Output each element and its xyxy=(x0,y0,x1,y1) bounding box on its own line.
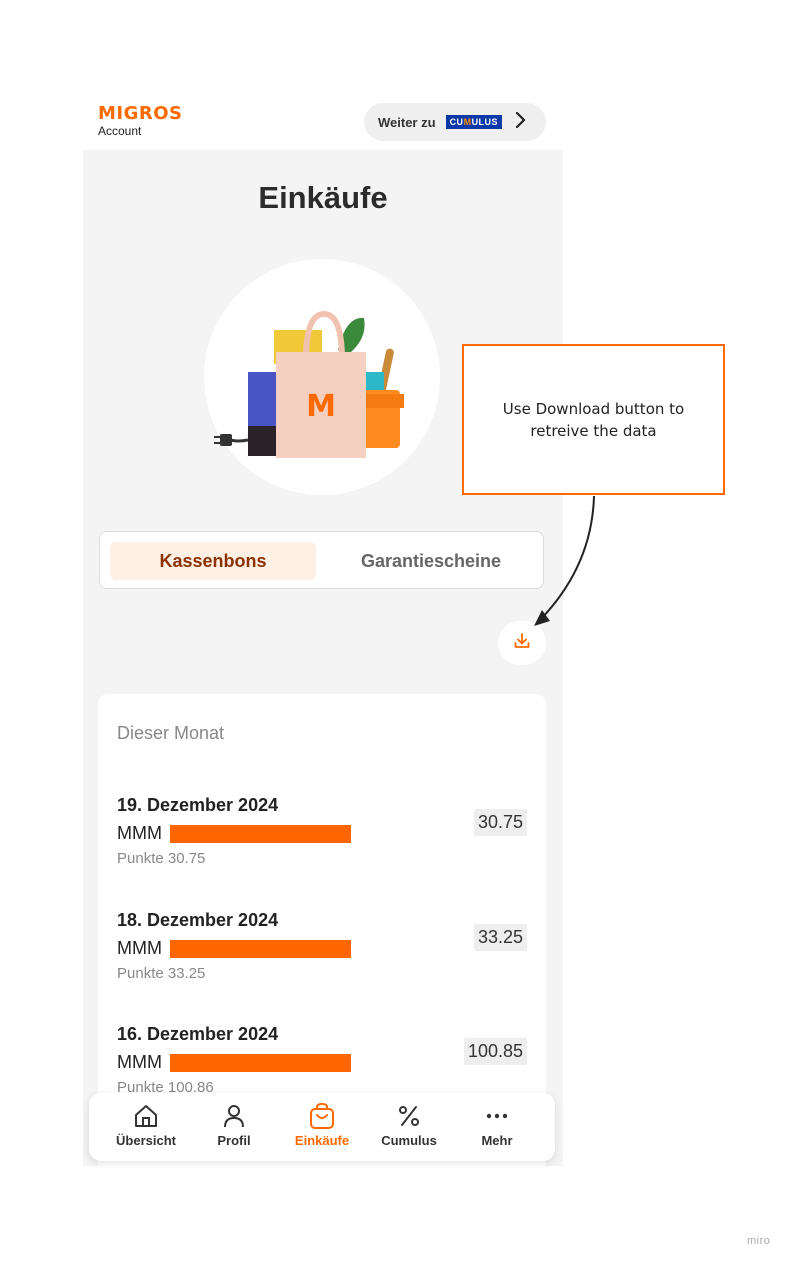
receipt-store: MMM xyxy=(117,938,162,958)
redaction-bar xyxy=(170,1054,351,1072)
receipt-points: Punkte 30.75 xyxy=(117,850,206,867)
download-icon xyxy=(513,632,531,655)
weiter-zu-cumulus-button[interactable]: Weiter zu CUMULUS xyxy=(364,103,546,141)
receipt-type-segmented-control: Kassenbons Garantiescheine xyxy=(99,531,544,589)
shopping-illustration: M xyxy=(214,310,404,458)
tab-garantiescheine[interactable]: Garantiescheine xyxy=(328,542,534,580)
nav-label: Mehr xyxy=(481,1133,513,1148)
chevron-right-icon xyxy=(514,111,526,134)
nav-item-profil[interactable]: Profil xyxy=(194,1093,274,1161)
bottom-navigation: Übersicht Profil Einkäufe Cumulus Mehr xyxy=(89,1093,555,1161)
receipt-points: Punkte 33.25 xyxy=(117,965,206,982)
nav-label: Cumulus xyxy=(381,1133,437,1148)
weiter-label: Weiter zu xyxy=(378,114,436,130)
month-label: Dieser Monat xyxy=(117,723,225,743)
redaction-bar xyxy=(170,825,351,843)
receipt-date: 19. Dezember 2024 xyxy=(117,795,279,815)
receipt-store: MMM xyxy=(117,1052,162,1072)
page-title: Einkäufe xyxy=(258,180,388,215)
more-icon xyxy=(484,1101,510,1131)
migros-account-logo: MIGROS Account xyxy=(98,103,183,139)
nav-label: Einkäufe xyxy=(294,1133,350,1148)
home-icon xyxy=(133,1101,159,1131)
miro-watermark: miro xyxy=(747,1235,771,1247)
nav-item-mehr[interactable]: Mehr xyxy=(457,1093,537,1161)
receipt-date: 18. Dezember 2024 xyxy=(117,910,279,930)
nav-item-einkaeufe[interactable]: Einkäufe xyxy=(282,1093,362,1161)
svg-text:M: M xyxy=(306,389,336,424)
nav-item-cumulus[interactable]: Cumulus xyxy=(369,1093,449,1161)
list-item[interactable]: 19. Dezember 2024 MMM Punkte 30.75 30.75 xyxy=(117,795,527,885)
annotation-arrow xyxy=(534,495,595,626)
nav-label: Profil xyxy=(217,1133,251,1148)
user-icon xyxy=(221,1101,247,1131)
receipt-amount: 33.25 xyxy=(473,924,527,951)
receipt-store: MMM xyxy=(117,823,162,843)
logo-title: MIGROS xyxy=(98,103,183,124)
receipt-date: 16. Dezember 2024 xyxy=(117,1024,279,1044)
tab-kassenbons[interactable]: Kassenbons xyxy=(110,542,316,580)
annotation-callout: Use Download button to retreive the data xyxy=(462,344,725,495)
logo-subtitle: Account xyxy=(98,124,142,138)
receipt-amount: 100.85 xyxy=(463,1038,527,1065)
app-panel: Einkäufe M Kassenbons Garantiescheine Di… xyxy=(83,150,563,1166)
cumulus-logo: CUMULUS xyxy=(445,115,503,129)
list-item[interactable]: 18. Dezember 2024 MMM Punkte 33.25 33.25 xyxy=(117,910,527,1000)
nav-item-uebersicht[interactable]: Übersicht xyxy=(106,1093,186,1161)
nav-label: Übersicht xyxy=(116,1133,176,1148)
callout-text: Use Download button to retreive the data xyxy=(502,399,685,440)
redaction-bar xyxy=(170,940,351,958)
receipt-amount: 30.75 xyxy=(473,809,527,836)
shopping-bag-icon xyxy=(308,1101,336,1131)
percent-icon xyxy=(396,1101,422,1131)
